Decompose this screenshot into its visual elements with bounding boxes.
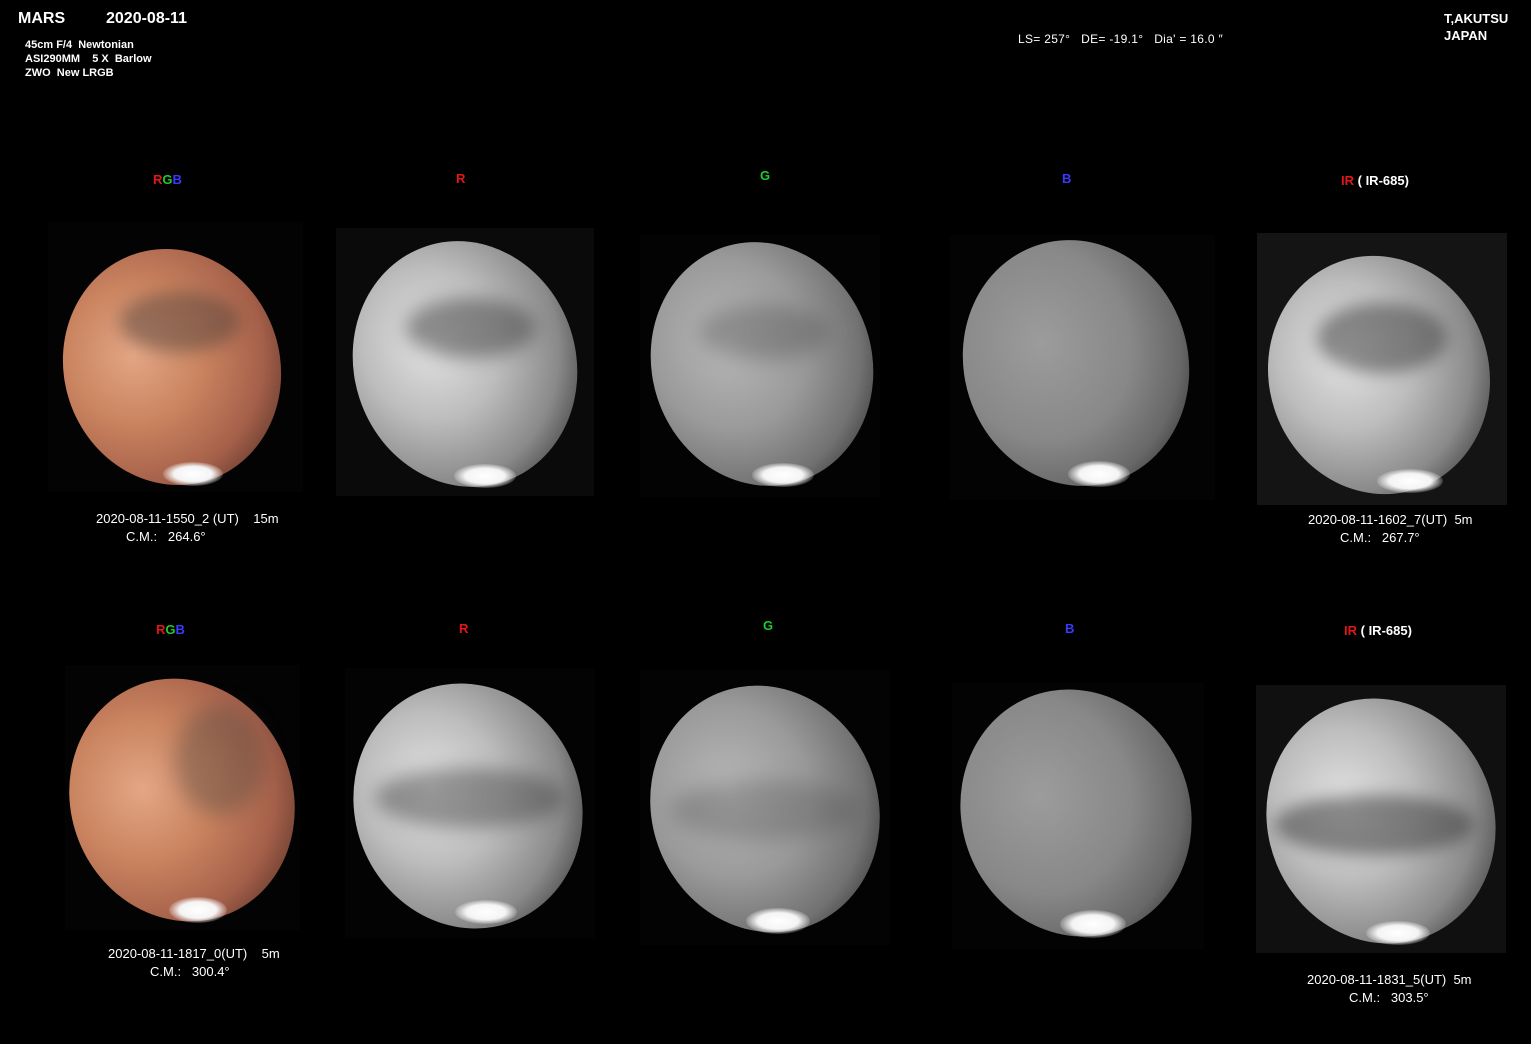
- panel-g-row2: [613, 650, 917, 968]
- south-polar-cap: [163, 462, 223, 486]
- label-r-row2: R: [459, 621, 469, 636]
- rgb-g-letter: G: [162, 172, 173, 187]
- rgb-b-letter: B: [175, 622, 185, 637]
- label-g-row2: G: [763, 618, 774, 633]
- caption-row1-left: 2020-08-11-1550_2 (UT) 15m C.M.: 264.6°: [96, 510, 279, 546]
- label-rgb-row2: RGB: [156, 622, 185, 637]
- caption-cm: C.M.: 264.6°: [126, 529, 206, 544]
- label-b-row1: B: [1062, 171, 1072, 186]
- rgb-g-letter: G: [165, 622, 176, 637]
- south-polar-cap: [454, 464, 516, 488]
- dark-albedo-feature: [700, 305, 830, 360]
- label-b-row2: B: [1065, 621, 1075, 636]
- south-polar-cap: [1377, 469, 1443, 493]
- ir-prefix: IR: [1344, 623, 1357, 638]
- equipment-camera: ASI290MM 5 X Barlow: [25, 53, 152, 65]
- dark-albedo-feature: [1274, 795, 1474, 855]
- rgb-r-letter: R: [156, 622, 166, 637]
- panel-rgb-row1: [32, 220, 312, 514]
- panel-g-row1: [619, 213, 905, 515]
- label-r-row1: R: [456, 171, 466, 186]
- caption-row2-right: 2020-08-11-1831_5(UT) 5m C.M.: 303.5°: [1307, 971, 1472, 1007]
- ir-prefix: IR: [1341, 173, 1354, 188]
- object-name: MARS: [18, 10, 66, 27]
- observation-parameters: LS= 257° DE= -19.1° Dia' = 16.0 ″: [1018, 32, 1224, 46]
- dark-albedo-feature: [1317, 303, 1447, 373]
- south-polar-cap: [1060, 910, 1126, 938]
- label-g-row1: G: [760, 168, 771, 183]
- observation-date: 2020-08-11: [106, 10, 187, 27]
- rgb-r-letter: R: [153, 172, 163, 187]
- caption-time: 2020-08-11-1550_2 (UT) 15m: [96, 511, 279, 526]
- equipment-block: 45cm F/4 Newtonian ASI290MM 5 X Barlow Z…: [25, 38, 152, 80]
- rgb-b-letter: B: [172, 172, 182, 187]
- ir-suffix: ( IR-685): [1357, 173, 1409, 188]
- caption-time: 2020-08-11-1602_7(UT) 5m: [1308, 512, 1473, 527]
- author-block: T,AKUTSU JAPAN: [1444, 10, 1508, 44]
- dark-albedo-feature: [120, 292, 240, 352]
- dark-albedo-feature: [406, 298, 536, 358]
- label-ir-row2: IR ( IR-685): [1344, 623, 1412, 638]
- label-rgb-row1: RGB: [153, 172, 182, 187]
- equipment-telescope: 45cm F/4 Newtonian: [25, 39, 134, 51]
- panel-b-row1: [931, 210, 1221, 516]
- panel-rgb-row2: [33, 644, 331, 956]
- caption-cm: C.M.: 300.4°: [150, 964, 230, 979]
- panel-r-row2: [316, 648, 620, 964]
- caption-time: 2020-08-11-1831_5(UT) 5m: [1307, 972, 1472, 987]
- caption-row1-right: 2020-08-11-1602_7(UT) 5m C.M.: 267.7°: [1308, 511, 1473, 547]
- panel-r-row1: [321, 211, 609, 517]
- label-ir-row1: IR ( IR-685): [1341, 173, 1409, 188]
- south-polar-cap: [1366, 921, 1430, 945]
- dark-albedo-feature: [175, 705, 265, 815]
- dark-albedo-feature: [670, 780, 860, 840]
- caption-row2-left: 2020-08-11-1817_0(UT) 5m C.M.: 300.4°: [108, 945, 280, 981]
- equipment-filters: ZWO New LRGB: [25, 67, 114, 79]
- author-name: T,AKUTSU: [1444, 11, 1509, 26]
- panel-ir-row1: [1237, 226, 1521, 524]
- caption-cm: C.M.: 303.5°: [1349, 990, 1429, 1005]
- south-polar-cap: [752, 463, 814, 487]
- ir-suffix: ( IR-685): [1360, 623, 1412, 638]
- south-polar-cap: [455, 900, 517, 924]
- panel-ir-row2: [1229, 663, 1531, 979]
- dark-albedo-feature: [375, 768, 565, 828]
- panel-b-row2: [923, 654, 1229, 972]
- author-country: JAPAN: [1444, 28, 1488, 43]
- south-polar-cap: [169, 897, 227, 923]
- caption-cm: C.M.: 267.7°: [1340, 530, 1420, 545]
- south-polar-cap: [1068, 461, 1130, 487]
- caption-time: 2020-08-11-1817_0(UT) 5m: [108, 946, 280, 961]
- south-polar-cap: [746, 908, 810, 934]
